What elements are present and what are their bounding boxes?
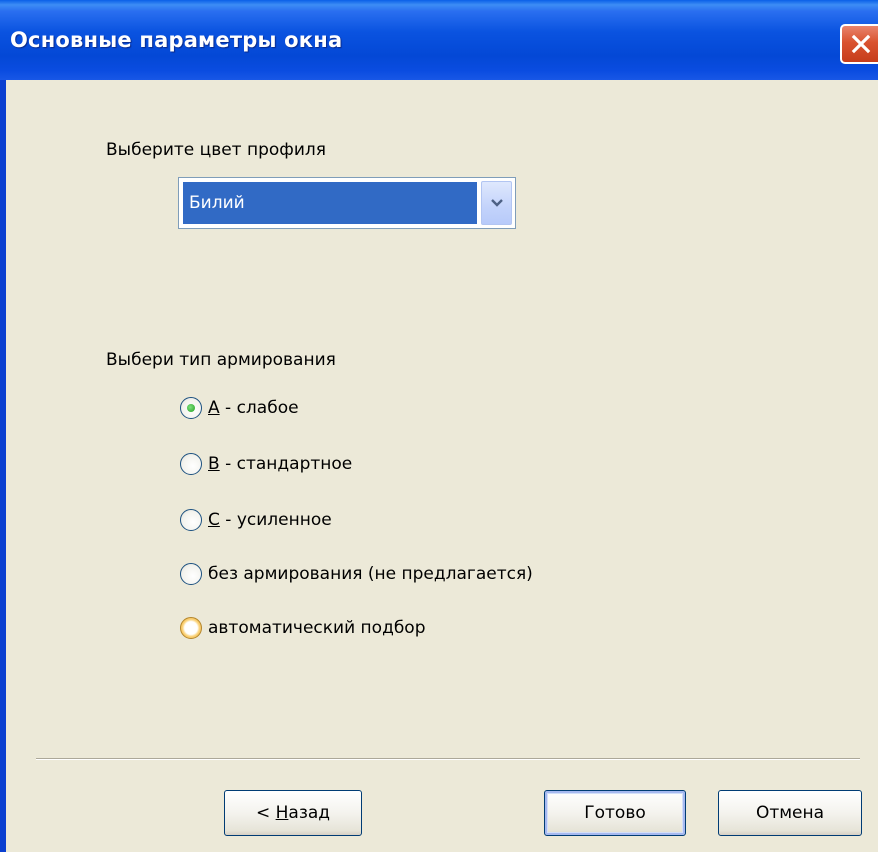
back-button[interactable]: < Назад xyxy=(224,790,362,836)
radio-option-a[interactable]: A - слабое xyxy=(180,397,299,419)
radio-button[interactable] xyxy=(180,453,202,475)
dropdown-button[interactable] xyxy=(481,181,512,225)
dialog-window: Основные параметры окна Выберите цвет пр… xyxy=(0,0,878,852)
window-title: Основные параметры окна xyxy=(10,28,343,52)
cancel-button[interactable]: Отмена xyxy=(718,790,862,836)
finish-button[interactable]: Готово xyxy=(544,790,686,836)
radio-button-checked[interactable] xyxy=(180,397,202,419)
radio-label-b: B - стандартное xyxy=(208,454,353,474)
radio-button[interactable] xyxy=(180,563,202,585)
profile-color-dropdown[interactable]: Билий xyxy=(178,177,516,229)
radio-label-a: A - слабое xyxy=(208,398,299,418)
profile-color-selected[interactable]: Билий xyxy=(183,182,477,224)
profile-color-label: Выберите цвет профиля xyxy=(106,140,326,160)
radio-button-hover[interactable] xyxy=(180,617,202,639)
reinforcement-type-label: Выбери тип армирования xyxy=(106,350,336,370)
title-bar[interactable]: Основные параметры окна xyxy=(0,0,878,80)
radio-button[interactable] xyxy=(180,509,202,531)
radio-label-none: без армирования (не предлагается) xyxy=(208,564,533,584)
radio-option-c[interactable]: C - усиленное xyxy=(180,509,332,531)
radio-option-b[interactable]: B - стандартное xyxy=(180,453,352,475)
chevron-down-icon xyxy=(490,199,503,207)
close-icon xyxy=(851,34,871,54)
separator-line xyxy=(36,758,860,760)
close-button[interactable] xyxy=(840,24,878,64)
radio-option-none[interactable]: без армирования (не предлагается) xyxy=(180,563,533,585)
radio-option-auto[interactable]: автоматический подбор xyxy=(180,617,426,639)
radio-label-c: C - усиленное xyxy=(208,510,332,530)
radio-label-auto: автоматический подбор xyxy=(208,618,426,638)
